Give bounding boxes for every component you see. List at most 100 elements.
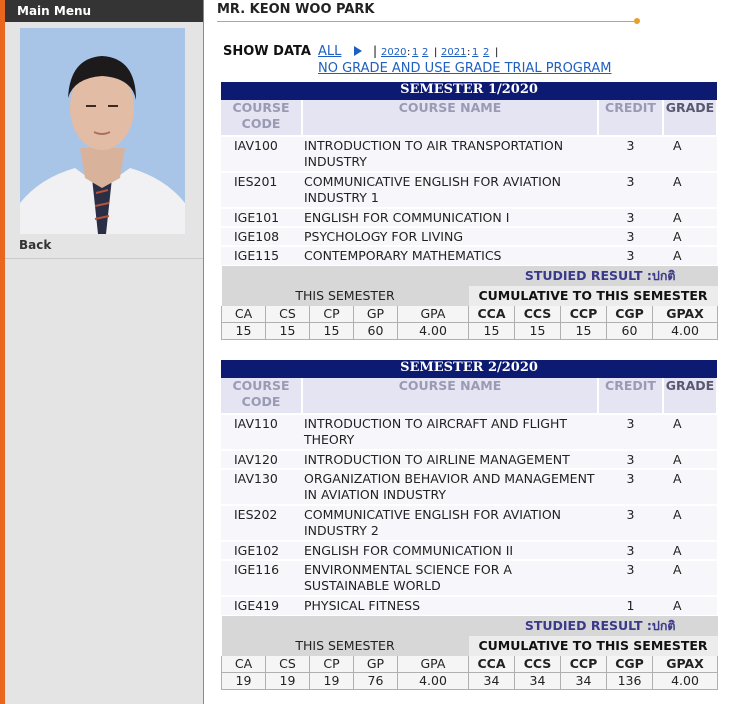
separator: | bbox=[373, 44, 378, 58]
studied-result: STUDIED RESULT :ปกติ bbox=[468, 266, 718, 286]
course-name: PSYCHOLOGY FOR LIVING bbox=[302, 226, 598, 246]
cs-value: 15 bbox=[265, 322, 310, 340]
course-credit: 3 bbox=[598, 226, 663, 246]
year-2021-sem1-link[interactable]: 1 bbox=[472, 47, 478, 58]
course-code: IGE102 bbox=[221, 540, 302, 560]
header-grade: GRADE bbox=[663, 378, 718, 414]
ca-label: CA bbox=[221, 306, 266, 323]
course-code: IES201 bbox=[221, 171, 302, 208]
table-row: IAV130 ORGANIZATION BEHAVIOR AND MANAGEM… bbox=[221, 468, 717, 505]
course-code: IGE101 bbox=[221, 207, 302, 227]
ccs-value: 34 bbox=[514, 672, 561, 690]
main-menu-header: Main Menu bbox=[5, 0, 203, 22]
table-row: IES201 COMMUNICATIVE ENGLISH FOR AVIATIO… bbox=[221, 171, 717, 208]
header-credit: CREDIT bbox=[598, 378, 664, 414]
course-credit: 3 bbox=[598, 245, 663, 265]
back-link[interactable]: Back bbox=[19, 238, 51, 252]
table-row: IGE116 ENVIRONMENTAL SCIENCE FOR A SUSTA… bbox=[221, 559, 717, 596]
semester-2-summary: STUDIED RESULT :ปกติ THIS SEMESTER CUMUL… bbox=[221, 616, 719, 690]
course-code: IAV110 bbox=[221, 413, 302, 450]
ccp-value: 34 bbox=[560, 672, 607, 690]
separator: | bbox=[434, 47, 438, 58]
separator: | bbox=[495, 47, 499, 58]
course-credit: 3 bbox=[598, 559, 663, 596]
cumulative-label: CUMULATIVE TO THIS SEMESTER bbox=[468, 636, 718, 656]
cp-label: CP bbox=[309, 656, 354, 673]
year-2020-sem1-link[interactable]: 1 bbox=[412, 47, 418, 58]
course-credit: 3 bbox=[598, 135, 663, 172]
header-credit: CREDIT bbox=[598, 100, 664, 136]
course-name: INTRODUCTION TO AIRLINE MANAGEMENT bbox=[302, 449, 598, 469]
table-row: IAV120 INTRODUCTION TO AIRLINE MANAGEMEN… bbox=[221, 449, 717, 469]
this-semester-label: THIS SEMESTER bbox=[221, 636, 469, 656]
course-code: IAV100 bbox=[221, 135, 302, 172]
cp-value: 15 bbox=[309, 322, 354, 340]
play-arrow-icon[interactable] bbox=[354, 46, 362, 56]
course-name: CONTEMPORARY MATHEMATICS bbox=[302, 245, 598, 265]
table-row: IAV110 INTRODUCTION TO AIRCRAFT AND FLIG… bbox=[221, 413, 717, 450]
semester-title: SEMESTER 1/2020 bbox=[221, 82, 717, 100]
course-credit: 3 bbox=[598, 171, 663, 208]
ccp-label: CCP bbox=[560, 306, 607, 323]
course-credit: 3 bbox=[598, 207, 663, 227]
year-2020-link[interactable]: 2020 bbox=[381, 47, 406, 58]
course-code: IGE419 bbox=[221, 595, 302, 615]
ca-value: 15 bbox=[221, 322, 266, 340]
course-grade: A bbox=[663, 468, 717, 505]
year-2021-sem2-link[interactable]: 2 bbox=[483, 47, 489, 58]
cca-value: 15 bbox=[468, 322, 515, 340]
gpa-label: GPA bbox=[397, 656, 469, 673]
header-grade: GRADE bbox=[663, 100, 718, 136]
course-grade: A bbox=[663, 413, 717, 450]
cca-label: CCA bbox=[468, 306, 515, 323]
course-code: IGE108 bbox=[221, 226, 302, 246]
gpax-label: GPAX bbox=[651, 656, 719, 673]
course-grade: A bbox=[663, 207, 717, 227]
course-name: ENGLISH FOR COMMUNICATION I bbox=[302, 207, 598, 227]
gp-label: GP bbox=[353, 656, 398, 673]
ccs-label: CCS bbox=[514, 656, 561, 673]
show-all-link[interactable]: ALL bbox=[318, 44, 341, 59]
ccs-label: CCS bbox=[514, 306, 561, 323]
gp-value: 60 bbox=[353, 322, 398, 340]
course-name: ORGANIZATION BEHAVIOR AND MANAGEMENT IN … bbox=[302, 468, 598, 505]
year-2020-sem2-link[interactable]: 2 bbox=[422, 47, 428, 58]
cgp-value: 60 bbox=[606, 322, 653, 340]
course-grade: A bbox=[663, 504, 717, 541]
table-row: IAV100 INTRODUCTION TO AIR TRANSPORTATIO… bbox=[221, 135, 717, 172]
course-credit: 3 bbox=[598, 468, 663, 505]
cca-label: CCA bbox=[468, 656, 515, 673]
course-name: INTRODUCTION TO AIR TRANSPORTATION INDUS… bbox=[302, 135, 598, 172]
semester-title: SEMESTER 2/2020 bbox=[221, 360, 717, 378]
table-row: IGE115 CONTEMPORARY MATHEMATICS 3 A bbox=[221, 245, 717, 265]
course-name: INTRODUCTION TO AIRCRAFT AND FLIGHT THEO… bbox=[302, 413, 598, 450]
course-credit: 3 bbox=[598, 504, 663, 541]
gpa-value: 4.00 bbox=[397, 322, 469, 340]
cgp-label: CGP bbox=[606, 306, 653, 323]
gpax-value: 4.00 bbox=[651, 322, 719, 340]
cs-value: 19 bbox=[265, 672, 310, 690]
header-course-code: COURSE CODE bbox=[221, 378, 303, 414]
semester-2-table: SEMESTER 2/2020 COURSE CODE COURSE NAME … bbox=[221, 360, 718, 615]
no-grade-trial-link[interactable]: NO GRADE AND USE GRADE TRIAL PROGRAM bbox=[318, 61, 612, 76]
cp-value: 19 bbox=[309, 672, 354, 690]
gpax-value: 4.00 bbox=[651, 672, 719, 690]
cs-label: CS bbox=[265, 656, 310, 673]
course-credit: 3 bbox=[598, 449, 663, 469]
course-name: PHYSICAL FITNESS bbox=[302, 595, 598, 615]
year-2021-link[interactable]: 2021 bbox=[441, 47, 466, 58]
table-row: IGE108 PSYCHOLOGY FOR LIVING 3 A bbox=[221, 226, 717, 246]
course-code: IAV130 bbox=[221, 468, 302, 505]
course-code: IGE116 bbox=[221, 559, 302, 596]
course-code: IGE115 bbox=[221, 245, 302, 265]
course-code: IAV120 bbox=[221, 449, 302, 469]
main-content: MR. KEON WOO PARK SHOW DATA ALL | 2020 :… bbox=[204, 0, 746, 704]
gpa-label: GPA bbox=[397, 306, 469, 323]
course-grade: A bbox=[663, 245, 717, 265]
ca-label: CA bbox=[221, 656, 266, 673]
cp-label: CP bbox=[309, 306, 354, 323]
course-grade: A bbox=[663, 135, 717, 172]
course-name: ENVIRONMENTAL SCIENCE FOR A SUSTAINABLE … bbox=[302, 559, 598, 596]
cs-label: CS bbox=[265, 306, 310, 323]
course-name: COMMUNICATIVE ENGLISH FOR AVIATION INDUS… bbox=[302, 504, 598, 541]
